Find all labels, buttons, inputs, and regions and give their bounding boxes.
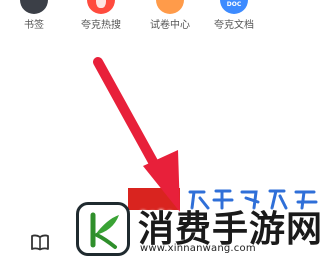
page: 书签 夸克热搜 试卷中心 DOC 夸克文档 消费手游网 www.xinnanwa…: [0, 0, 323, 262]
leaf-k-logo: [76, 202, 130, 256]
book-icon[interactable]: [30, 234, 50, 251]
watermark-url: www.xinnanwang.com: [140, 243, 256, 254]
